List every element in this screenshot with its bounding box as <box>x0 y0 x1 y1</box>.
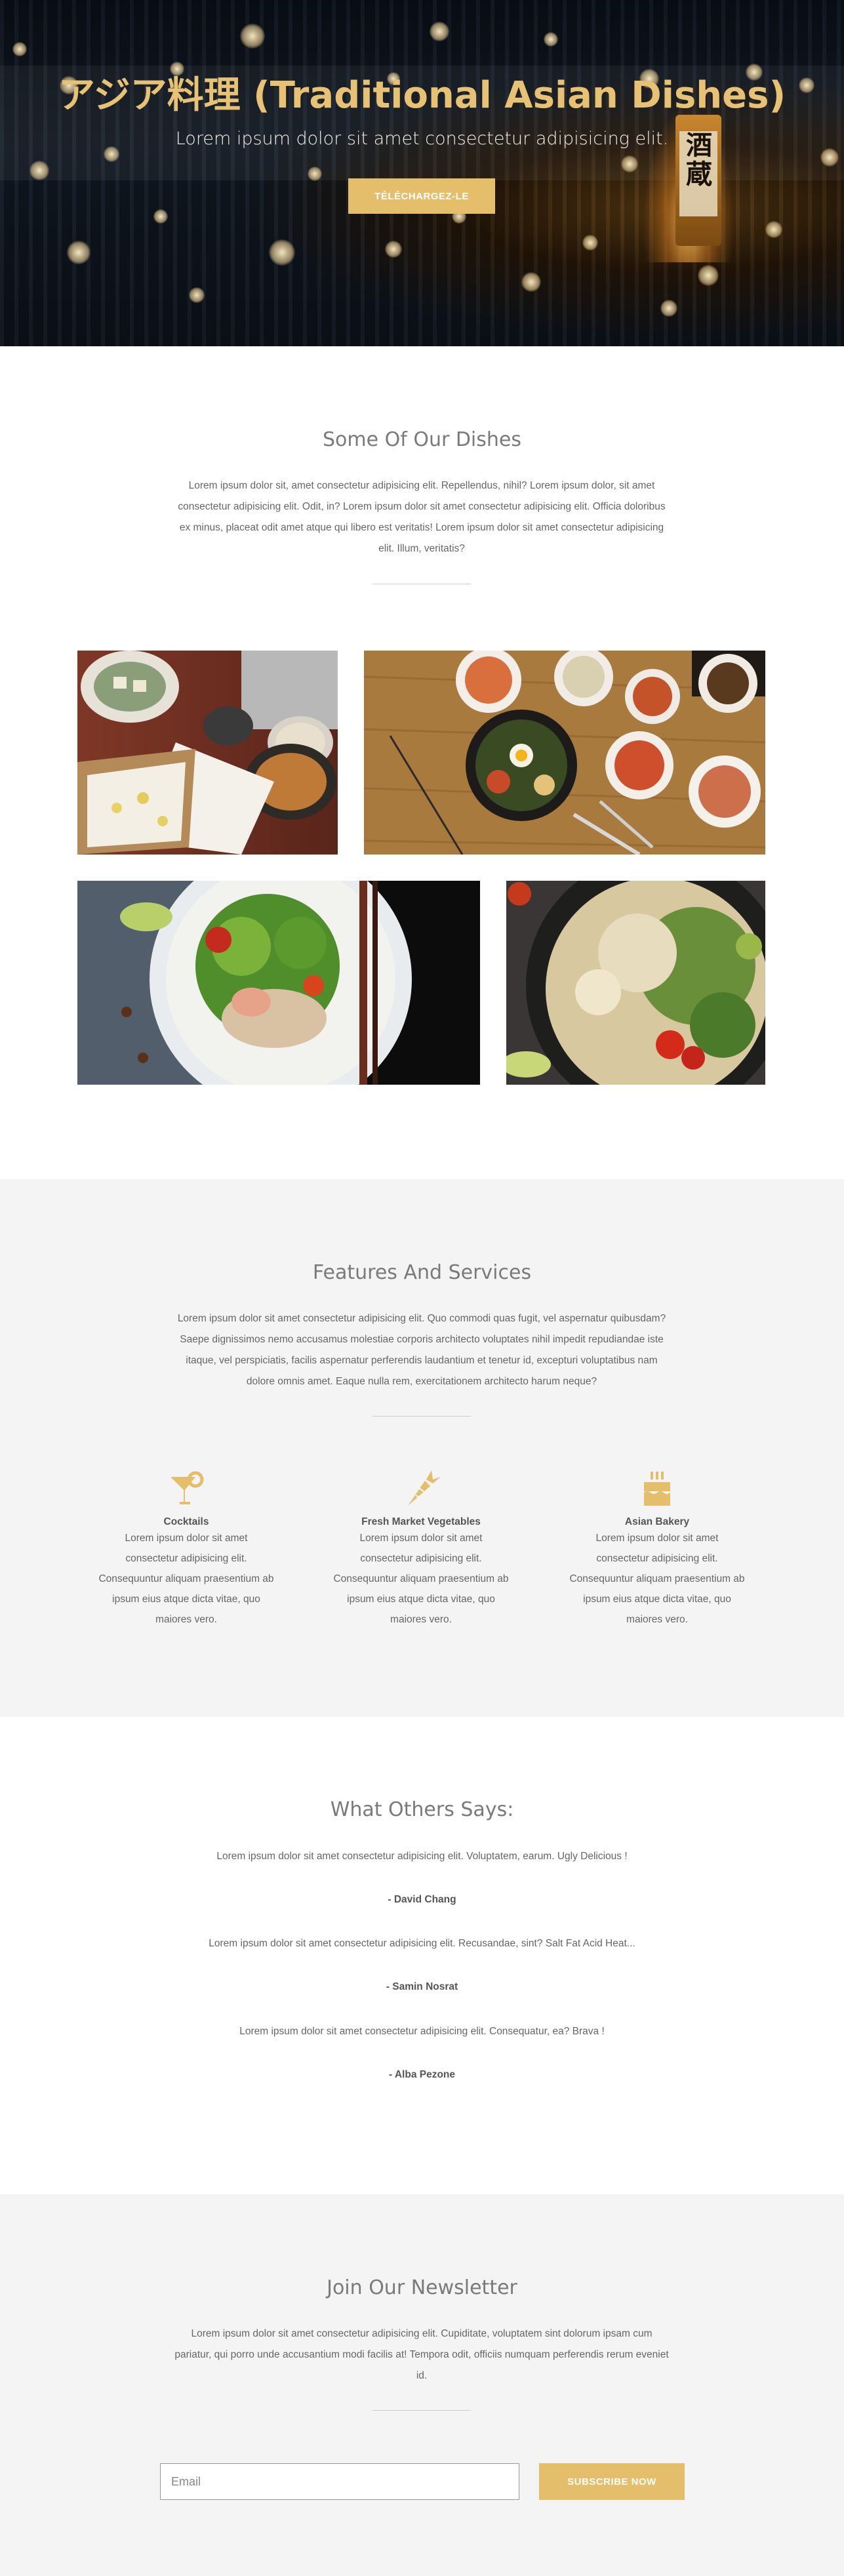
feature-cocktails-text: Lorem ipsum dolor sit amet consectetur a… <box>98 1533 274 1625</box>
bokeh-light <box>308 167 322 181</box>
dish-image-salad-bowl[interactable] <box>77 881 480 1085</box>
feature-bakery-text: Lorem ipsum dolor sit amet consectetur a… <box>569 1533 745 1625</box>
bokeh-light <box>153 209 168 224</box>
bokeh-light <box>189 287 205 303</box>
bokeh-light <box>430 22 449 41</box>
dishes-description: Lorem ipsum dolor sit, amet consectetur … <box>178 480 666 554</box>
feature-bakery: Asian Bakery Lorem ipsum dolor sit amet … <box>569 1468 746 1630</box>
hero-subtitle: Lorem ipsum dolor sit amet consectetur a… <box>175 129 669 149</box>
testimonial-quote: Lorem ipsum dolor sit amet consectetur a… <box>216 1851 628 1862</box>
newsletter-description: Lorem ipsum dolor sit amet consectetur a… <box>174 2328 669 2381</box>
feature-vegetables: Fresh Market Vegetables Lorem ipsum dolo… <box>332 1468 510 1630</box>
hero-banner: 酒蔵 アジア料理 (Traditional Asian Dishes) Lore… <box>0 0 844 346</box>
bokeh-light <box>269 239 295 266</box>
subscribe-button[interactable]: SUBSCRIBE NOW <box>539 2463 685 2500</box>
cocktail-icon <box>165 1468 207 1510</box>
hero-title: アジア料理 (Traditional Asian Dishes) <box>58 74 786 117</box>
download-button[interactable]: TÉLÉCHARGEZ-LE <box>348 178 495 214</box>
newsletter-divider <box>372 2410 471 2411</box>
feature-bakery-title: Asian Bakery <box>624 1516 690 1527</box>
bokeh-light <box>582 235 598 251</box>
testimonials-title: What Others Says: <box>330 1798 514 1821</box>
testimonial-author: - Alba Pezone <box>388 2069 456 2080</box>
newsletter-section: Join Our Newsletter Lorem ipsum dolor si… <box>0 2194 844 2576</box>
testimonial-quote: Lorem ipsum dolor sit amet consectetur a… <box>239 2026 605 2037</box>
bokeh-light <box>385 241 402 258</box>
testimonials-section: What Others Says: Lorem ipsum dolor sit … <box>0 1717 844 2194</box>
dish-image-japanese-set[interactable] <box>77 651 338 855</box>
bokeh-light <box>765 221 782 238</box>
dish-image-noodle-salad[interactable] <box>506 881 765 1085</box>
bokeh-light <box>820 148 839 167</box>
features-divider <box>372 1416 471 1417</box>
bokeh-light <box>67 241 90 264</box>
bokeh-light <box>30 161 49 180</box>
features-section: Features And Services Lorem ipsum dolor … <box>0 1179 844 1717</box>
email-input[interactable] <box>160 2463 519 2500</box>
feature-vegetables-text: Lorem ipsum dolor sit amet consectetur a… <box>333 1533 509 1625</box>
dishes-title: Some Of Our Dishes <box>323 428 521 451</box>
features-title: Features And Services <box>312 1261 532 1284</box>
dishes-section: Some Of Our Dishes Lorem ipsum dolor sit… <box>0 346 844 1179</box>
feature-cocktails: Cocktails Lorem ipsum dolor sit amet con… <box>98 1468 275 1630</box>
bokeh-light <box>698 265 719 286</box>
bokeh-light <box>544 32 558 47</box>
bokeh-light <box>521 272 541 292</box>
testimonial-author: - Samin Nosrat <box>386 1981 458 1992</box>
bokeh-light <box>621 155 638 172</box>
testimonial-author: - David Chang <box>388 1894 456 1905</box>
testimonial-quote: Lorem ipsum dolor sit amet consectetur a… <box>209 1938 635 1949</box>
carrot-icon <box>400 1468 442 1510</box>
birthday-cake-icon <box>636 1468 678 1510</box>
dish-image-bibimbap[interactable] <box>364 651 765 855</box>
bokeh-light <box>660 300 677 317</box>
hero-bokeh-lights <box>0 0 844 346</box>
newsletter-title: Join Our Newsletter <box>327 2276 517 2299</box>
bokeh-light <box>12 42 27 56</box>
feature-cocktails-title: Cocktails <box>163 1516 209 1527</box>
bokeh-light <box>240 24 265 49</box>
feature-vegetables-title: Fresh Market Vegetables <box>361 1516 481 1527</box>
features-description: Lorem ipsum dolor sit amet consectetur a… <box>177 1313 666 1387</box>
